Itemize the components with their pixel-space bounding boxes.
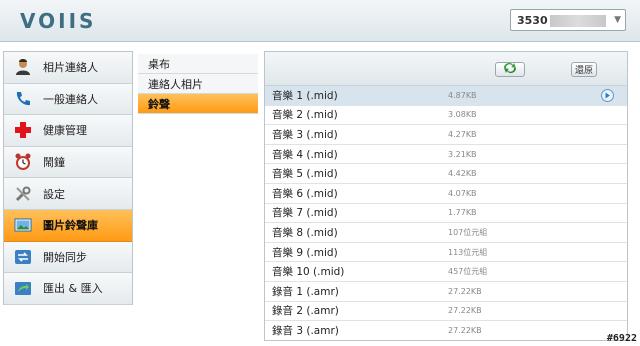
file-size: 457位元組 — [448, 267, 488, 277]
file-name: 音樂 3 (.mid) — [272, 128, 338, 141]
sync-arrows-icon — [502, 62, 518, 77]
file-name: 音樂 9 (.mid) — [272, 246, 338, 259]
file-name: 音樂 5 (.mid) — [272, 168, 338, 181]
sidebar: 相片連絡人 一般連絡人 健康管理 鬧鐘 設定 圖片鈴聲庫 開始同步 匯出 & 匯… — [3, 51, 133, 305]
sidebar-item-alarm[interactable]: 鬧鐘 — [4, 146, 132, 179]
file-size: 4.07KB — [448, 188, 477, 198]
sidebar-item-label: 匯出 & 匯入 — [43, 282, 103, 296]
file-size: 3.08KB — [448, 110, 477, 120]
alarm-clock-icon — [13, 152, 33, 172]
ringtone-file-panel: 還原 音樂 1 (.mid) 4.87KB 音樂 2 (.mid) 3.08KB… — [264, 51, 628, 341]
top-header: VOIIS 3530 ▼ — [0, 0, 640, 42]
sidebar-item-label: 設定 — [43, 187, 65, 201]
file-name: 音樂 10 (.mid) — [272, 266, 345, 279]
file-row[interactable]: 錄音 1 (.amr) 27.22KB — [265, 282, 627, 302]
file-size: 27.22KB — [448, 325, 482, 335]
sync-icon — [13, 247, 33, 267]
sidebar-item-label: 一般連絡人 — [43, 92, 98, 106]
file-row[interactable]: 音樂 3 (.mid) 4.27KB — [265, 125, 627, 145]
sync-button[interactable] — [495, 62, 525, 77]
file-name: 錄音 1 (.amr) — [272, 285, 339, 298]
sidebar-item-label: 健康管理 — [43, 124, 87, 138]
file-name: 音樂 7 (.mid) — [272, 207, 338, 220]
sidebar-item-contacts[interactable]: 一般連絡人 — [4, 83, 132, 116]
file-row[interactable]: 音樂 5 (.mid) 4.42KB — [265, 164, 627, 184]
file-size: 27.22KB — [448, 286, 482, 296]
device-selector[interactable]: 3530 ▼ — [510, 9, 626, 31]
file-size: 1.77KB — [448, 208, 477, 218]
sidebar-item-label: 相片連絡人 — [43, 61, 98, 75]
sidebar-item-image-ringtones[interactable]: 圖片鈴聲庫 — [4, 209, 132, 242]
file-name: 音樂 8 (.mid) — [272, 226, 338, 239]
sidebar-item-export-import[interactable]: 匯出 & 匯入 — [4, 273, 132, 305]
sidebar-item-label: 圖片鈴聲庫 — [43, 219, 98, 233]
phone-icon — [13, 89, 33, 109]
file-row[interactable]: 音樂 2 (.mid) 3.08KB — [265, 106, 627, 126]
app-logo: VOIIS — [20, 9, 97, 33]
file-name: 音樂 2 (.mid) — [272, 109, 338, 122]
play-icon[interactable] — [601, 89, 614, 102]
file-row[interactable]: 錄音 3 (.amr) 27.22KB — [265, 321, 627, 340]
file-row[interactable]: 音樂 7 (.mid) 1.77KB — [265, 204, 627, 224]
sidebar-item-sync[interactable]: 開始同步 — [4, 241, 132, 274]
image-ringtone-icon — [13, 215, 33, 235]
file-row[interactable]: 音樂 6 (.mid) 4.07KB — [265, 184, 627, 204]
file-size: 4.27KB — [448, 129, 477, 139]
sub-category-list: 桌布 連絡人相片 鈴聲 — [138, 54, 258, 114]
file-row[interactable]: 錄音 2 (.amr) 27.22KB — [265, 302, 627, 322]
file-row[interactable]: 音樂 8 (.mid) 107位元組 — [265, 223, 627, 243]
restore-button[interactable]: 還原 — [571, 62, 597, 77]
sidebar-item-health[interactable]: 健康管理 — [4, 115, 132, 147]
file-row[interactable]: 音樂 1 (.mid) 4.87KB — [265, 86, 627, 106]
watermark: #6922 — [606, 333, 637, 344]
file-size: 113位元組 — [448, 247, 488, 257]
sidebar-item-label: 開始同步 — [43, 250, 87, 264]
subnav-item-contact-photos[interactable]: 連絡人相片 — [138, 74, 258, 94]
sidebar-item-label: 鬧鐘 — [43, 156, 65, 170]
file-name: 音樂 1 (.mid) — [272, 89, 338, 102]
file-name: 錄音 2 (.amr) — [272, 305, 339, 318]
file-name: 音樂 4 (.mid) — [272, 148, 338, 161]
file-row[interactable]: 音樂 9 (.mid) 113位元組 — [265, 243, 627, 263]
chevron-down-icon[interactable]: ▼ — [614, 15, 621, 25]
contact-photo-icon — [13, 57, 33, 77]
subnav-item-wallpaper[interactable]: 桌布 — [138, 54, 258, 74]
file-name: 音樂 6 (.mid) — [272, 187, 338, 200]
device-id: 3530 — [517, 14, 548, 27]
settings-tools-icon — [13, 184, 33, 204]
file-row[interactable]: 音樂 10 (.mid) 457位元組 — [265, 262, 627, 282]
file-size: 4.42KB — [448, 169, 477, 179]
file-size: 4.87KB — [448, 90, 477, 100]
file-size: 27.22KB — [448, 306, 482, 316]
health-cross-icon — [13, 120, 33, 140]
device-id-redaction — [550, 15, 606, 27]
file-size: 3.21KB — [448, 149, 477, 159]
file-name: 錄音 3 (.amr) — [272, 324, 339, 337]
sidebar-item-photo-contacts[interactable]: 相片連絡人 — [4, 52, 132, 84]
subnav-item-ringtones[interactable]: 鈴聲 — [138, 94, 258, 114]
sidebar-item-settings[interactable]: 設定 — [4, 178, 132, 210]
export-import-icon — [13, 278, 33, 298]
file-size: 107位元組 — [448, 227, 488, 237]
file-row[interactable]: 音樂 4 (.mid) 3.21KB — [265, 145, 627, 165]
panel-toolbar: 還原 — [265, 52, 627, 86]
